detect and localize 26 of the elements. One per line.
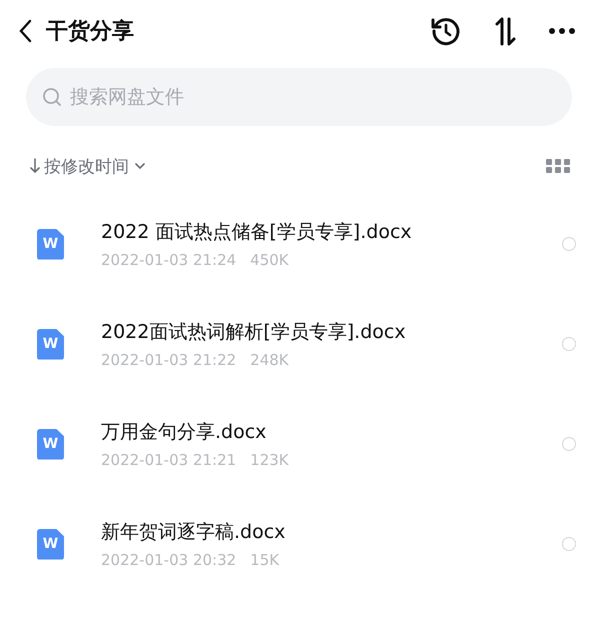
file-name[interactable]: 2022面试热词解析[学员专享].docx <box>101 319 562 345</box>
file-size: 123K <box>250 451 289 469</box>
history-icon[interactable] <box>430 15 462 47</box>
more-icon[interactable] <box>548 27 576 35</box>
word-file-icon: W <box>37 428 64 460</box>
chevron-down-icon[interactable] <box>135 162 145 170</box>
file-date: 2022-01-03 21:22 <box>101 351 236 369</box>
search-field[interactable]: 搜索网盘文件 <box>26 68 572 126</box>
file-date: 2022-01-03 20:32 <box>101 551 236 569</box>
file-name[interactable]: 新年贺词逐字稿.docx <box>101 519 562 545</box>
down-arrow-icon <box>30 158 40 174</box>
word-file-icon: W <box>37 528 64 560</box>
file-name[interactable]: 万用金句分享.docx <box>101 419 562 445</box>
file-size: 248K <box>250 351 289 369</box>
file-date: 2022-01-03 21:21 <box>101 451 236 469</box>
sort-label[interactable]: 按修改时间 <box>44 154 129 178</box>
page-title: 干货分享 <box>46 18 135 46</box>
word-file-icon: W <box>37 228 64 260</box>
back-icon[interactable] <box>18 19 32 43</box>
file-name[interactable]: 2022 面试热点储备[学员专享].docx <box>101 219 562 245</box>
word-file-icon: W <box>37 328 64 360</box>
file-size: 450K <box>250 251 289 269</box>
file-date: 2022-01-03 21:24 <box>101 251 236 269</box>
file-size: 15K <box>250 551 280 569</box>
grid-view-icon[interactable] <box>546 158 570 174</box>
search-icon <box>42 87 62 107</box>
